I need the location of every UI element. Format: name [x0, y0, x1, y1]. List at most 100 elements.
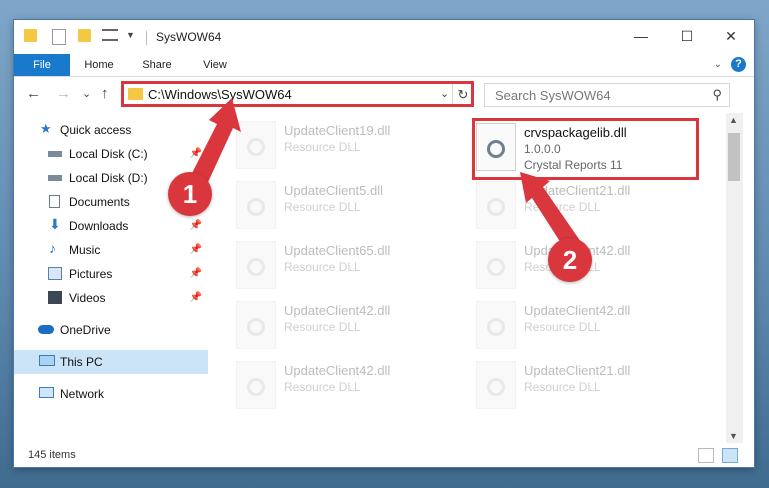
sidebar-item-label: Pictures — [69, 267, 113, 281]
file-item[interactable]: UpdateClient19.dll Resource DLL — [236, 119, 466, 179]
customize-toolbar-icon[interactable] — [102, 29, 118, 41]
sidebar-item-music[interactable]: ♪ Music 📌 — [14, 238, 208, 262]
tab-view[interactable]: View — [190, 54, 240, 76]
gear-icon — [247, 198, 265, 216]
tab-file[interactable]: File — [14, 54, 70, 76]
dll-file-icon — [476, 301, 516, 349]
gear-icon — [247, 318, 265, 336]
sidebar-item-onedrive[interactable]: OneDrive — [14, 318, 208, 342]
cloud-icon — [38, 325, 54, 334]
file-item[interactable]: UpdateClient42.dll Resource DLL — [236, 359, 466, 419]
dll-file-icon — [476, 181, 516, 229]
new-folder-icon[interactable] — [78, 29, 91, 42]
dropdown-arrow-icon[interactable]: ▼ — [126, 30, 135, 46]
file-type: Resource DLL — [284, 380, 361, 394]
file-type: Resource DLL — [284, 140, 361, 154]
dll-file-icon — [236, 181, 276, 229]
title-bar: ▼ SysWOW64 — ☐ ✕ — [14, 20, 754, 54]
navigation-bar: ← → ⌄ ↑ C:\Windows\SysWOW64 ⌄ ↻ Search S… — [14, 77, 754, 111]
file-item[interactable]: UpdateClient21.dll Resource DLL — [476, 359, 706, 419]
tab-home[interactable]: Home — [74, 54, 124, 76]
window-title: SysWOW64 — [156, 30, 222, 44]
sidebar-item-network[interactable]: Network — [14, 382, 208, 406]
file-name: UpdateClient42.dll — [284, 363, 391, 378]
pictures-icon — [48, 267, 62, 280]
drive-icon — [48, 175, 62, 181]
file-item[interactable]: UpdateClient21.dll Resource DLL — [476, 179, 706, 239]
large-icons-view-icon[interactable] — [722, 448, 738, 463]
close-button[interactable]: ✕ — [708, 20, 754, 52]
download-icon: ⬇ — [49, 216, 61, 232]
computer-icon — [39, 355, 55, 366]
sidebar-item-label: Quick access — [60, 123, 132, 137]
address-highlight-box — [121, 81, 474, 107]
file-name: UpdateClient65.dll — [284, 243, 391, 258]
sidebar-item-local-disk-c[interactable]: Local Disk (C:) 📌 — [14, 142, 208, 166]
minimize-button[interactable]: — — [618, 20, 664, 52]
sidebar-item-quick-access[interactable]: ★ Quick access — [14, 118, 208, 142]
tab-share[interactable]: Share — [132, 54, 182, 76]
pin-icon: 📌 — [189, 268, 202, 279]
star-icon: ★ — [40, 121, 52, 136]
sidebar-item-label: Videos — [69, 291, 106, 305]
scroll-down-icon[interactable]: ▼ — [729, 431, 738, 441]
file-explorer-window: ▼ SysWOW64 — ☐ ✕ File Home Share View ⌄ … — [14, 20, 754, 467]
sidebar-item-label: Local Disk (D:) — [69, 171, 148, 185]
callout-badge-two: 2 — [548, 238, 592, 282]
sidebar-item-downloads[interactable]: ⬇ Downloads 📌 — [14, 214, 208, 238]
forward-button[interactable]: → — [56, 85, 71, 102]
gear-icon — [487, 378, 505, 396]
sidebar-item-label: Local Disk (C:) — [69, 147, 148, 161]
gear-icon — [487, 258, 505, 276]
dll-file-icon — [236, 121, 276, 169]
file-item[interactable]: UpdateClient5.dll Resource DLL — [236, 179, 466, 239]
sidebar-item-pictures[interactable]: Pictures 📌 — [14, 262, 208, 286]
dll-file-icon — [236, 241, 276, 289]
file-item[interactable]: UpdateClient42.dll Resource DLL — [476, 239, 706, 299]
file-type: Resource DLL — [524, 380, 601, 394]
pin-icon: 📌 — [189, 148, 202, 159]
search-input[interactable]: Search SysWOW64 ⚲ — [484, 83, 730, 107]
scrollbar-thumb[interactable] — [728, 133, 740, 181]
item-count: 145 items — [28, 449, 76, 461]
pin-icon: 📌 — [189, 292, 202, 303]
maximize-button[interactable]: ☐ — [664, 20, 710, 52]
sidebar-item-label: Documents — [69, 195, 130, 209]
properties-icon[interactable] — [52, 29, 66, 45]
gear-icon — [247, 138, 265, 156]
file-name: UpdateClient21.dll — [524, 183, 631, 198]
sidebar-item-this-pc[interactable]: This PC — [14, 350, 208, 374]
dll-file-icon — [476, 361, 516, 409]
sidebar-item-label: Network — [60, 387, 105, 401]
search-icon[interactable]: ⚲ — [712, 87, 722, 103]
up-button[interactable]: ↑ — [101, 85, 109, 102]
status-bar: 145 items — [14, 443, 754, 467]
ribbon-expand-icon[interactable]: ⌄ — [714, 59, 722, 70]
dll-file-icon — [236, 361, 276, 409]
file-name: UpdateClient5.dll — [284, 183, 384, 198]
file-type: Resource DLL — [284, 200, 361, 214]
gear-icon — [247, 258, 265, 276]
file-item[interactable]: UpdateClient65.dll Resource DLL — [236, 239, 466, 299]
scroll-up-icon[interactable]: ▲ — [729, 115, 738, 125]
vertical-scrollbar[interactable]: ▲ ▼ — [726, 113, 743, 443]
recent-locations-button[interactable]: ⌄ — [82, 87, 91, 100]
help-icon[interactable]: ? — [731, 57, 746, 72]
back-button[interactable]: ← — [26, 85, 41, 102]
file-item[interactable]: UpdateClient42.dll Resource DLL — [236, 299, 466, 359]
sidebar-item-label: OneDrive — [60, 323, 111, 337]
gear-icon — [487, 198, 505, 216]
details-view-icon[interactable] — [698, 448, 714, 463]
sidebar-item-videos[interactable]: Videos 📌 — [14, 286, 208, 310]
sidebar-item-label: Downloads — [69, 219, 129, 233]
sidebar-item-label: This PC — [60, 355, 103, 369]
folder-icon — [24, 29, 37, 42]
file-name: UpdateClient42.dll — [284, 303, 391, 318]
file-item[interactable]: UpdateClient42.dll Resource DLL — [476, 299, 706, 359]
gear-icon — [247, 378, 265, 396]
file-type: Resource DLL — [524, 320, 601, 334]
search-placeholder: Search SysWOW64 — [495, 88, 611, 103]
file-name: UpdateClient42.dll — [524, 303, 631, 318]
file-name: UpdateClient19.dll — [284, 123, 391, 138]
dll-file-icon — [236, 301, 276, 349]
